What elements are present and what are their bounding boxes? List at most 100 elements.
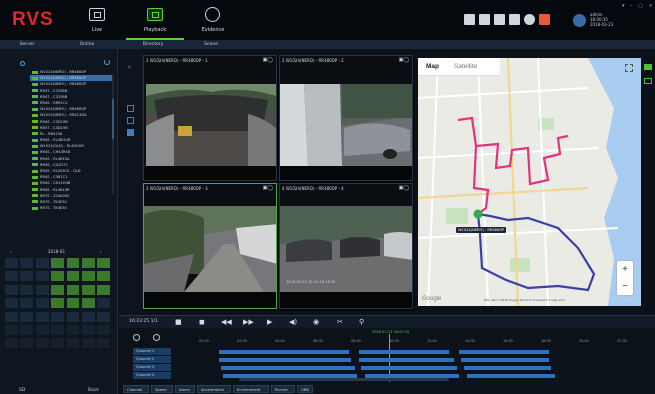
recording-segment[interactable] xyxy=(221,365,355,370)
storage-label[interactable]: SD xyxy=(19,388,25,393)
calendar-day[interactable] xyxy=(50,257,65,269)
calendar-day[interactable] xyxy=(96,270,112,283)
recording-segment[interactable] xyxy=(359,357,454,362)
zoom-in-icon[interactable] xyxy=(153,334,160,341)
calendar-day[interactable] xyxy=(81,324,96,336)
video-pane-2[interactable]: 2 W1024(NERO) - RR480DP - 2 ▣◯ xyxy=(279,55,413,181)
back-button[interactable]: Back xyxy=(88,388,99,393)
refresh-icon[interactable] xyxy=(104,59,110,65)
alarm-bell-icon[interactable] xyxy=(539,14,550,25)
recording-segment[interactable] xyxy=(223,373,357,378)
calendar-day[interactable] xyxy=(65,297,81,310)
calendar-day[interactable] xyxy=(81,283,96,296)
zoom-out-button[interactable]: − xyxy=(617,278,633,295)
calendar-day[interactable] xyxy=(81,337,96,350)
calendar-day[interactable] xyxy=(96,297,112,310)
calendar-day[interactable] xyxy=(19,310,35,323)
pane-controls-icon[interactable]: ▣◯ xyxy=(399,57,409,63)
gps-map[interactable]: Map Satellite W1024(NERO) - RR480DP + − … xyxy=(418,58,641,306)
calendar-day[interactable] xyxy=(19,257,35,269)
fast-forward-icon[interactable]: ▶▶ xyxy=(243,318,254,326)
play-icon[interactable]: ▶ xyxy=(267,318,272,326)
fullscreen-icon[interactable] xyxy=(625,64,633,72)
clip-icon[interactable]: ✂ xyxy=(337,318,343,326)
tab-speed[interactable]: Speed xyxy=(151,385,173,393)
next-month-icon[interactable]: › xyxy=(100,248,102,255)
calendar-day[interactable] xyxy=(4,257,19,269)
calendar-day[interactable] xyxy=(65,257,81,269)
device-list-scrollbar[interactable] xyxy=(112,74,114,194)
calendar-day[interactable] xyxy=(4,270,19,283)
stop-icon[interactable]: ■ xyxy=(175,318,182,326)
track-icon[interactable] xyxy=(644,78,652,84)
upload-icon[interactable] xyxy=(479,14,490,25)
map-canvas[interactable] xyxy=(418,58,641,306)
channel-label[interactable]: Channel 4 xyxy=(133,372,171,379)
list-icon[interactable] xyxy=(464,14,475,25)
calendar-day[interactable] xyxy=(19,297,35,310)
tab-environment[interactable]: Environment xyxy=(233,385,269,393)
calendar-day[interactable] xyxy=(50,270,65,283)
calendar-day[interactable] xyxy=(50,283,65,296)
calendar-day[interactable] xyxy=(50,337,65,350)
calendar-day[interactable] xyxy=(19,270,35,283)
prev-month-icon[interactable]: ‹ xyxy=(10,248,12,255)
window-controls[interactable]: ▾ – ▢ × xyxy=(622,3,655,9)
calendar-day[interactable] xyxy=(96,310,112,323)
calendar-day[interactable] xyxy=(65,324,81,336)
car-icon[interactable] xyxy=(644,64,652,70)
tab-alarm[interactable]: Alarm xyxy=(175,385,195,393)
calendar-day[interactable] xyxy=(81,270,96,283)
nav-tab-live[interactable]: Live xyxy=(68,0,126,40)
calendar-day[interactable] xyxy=(34,257,50,269)
search-icon[interactable] xyxy=(20,61,25,66)
layout-9-icon[interactable] xyxy=(127,129,134,136)
recording-segment[interactable] xyxy=(219,357,351,362)
nav-tab-evidence[interactable]: Evidence xyxy=(184,0,242,40)
recording-segment[interactable] xyxy=(461,357,549,362)
pane-controls-icon[interactable]: ▣◯ xyxy=(263,185,273,191)
calendar-day[interactable] xyxy=(50,297,65,310)
calendar-day[interactable] xyxy=(50,324,65,336)
calendar-day[interactable] xyxy=(4,297,19,310)
calendar-day[interactable] xyxy=(65,310,81,323)
tab-scene[interactable]: Scene xyxy=(196,40,226,49)
pane-controls-icon[interactable]: ▣◯ xyxy=(399,185,409,191)
calendar-day[interactable] xyxy=(4,324,19,336)
recording-segment[interactable] xyxy=(219,349,349,354)
calendar-day[interactable] xyxy=(34,324,50,336)
channel-label[interactable]: Channel 3 xyxy=(133,364,171,371)
pane-controls-icon[interactable]: ▣◯ xyxy=(263,57,273,63)
calendar-day[interactable] xyxy=(34,283,50,296)
timeline-scrollbar[interactable] xyxy=(239,378,449,381)
layout-4-icon[interactable] xyxy=(127,117,134,124)
volume-icon[interactable]: ◀) xyxy=(289,318,297,326)
calendar-day[interactable] xyxy=(96,257,112,269)
calendar-day[interactable] xyxy=(81,310,96,323)
calendar-day[interactable] xyxy=(96,337,112,350)
recording-segment[interactable] xyxy=(361,365,457,370)
recording-segment[interactable] xyxy=(459,349,549,354)
zoom-in-button[interactable]: + xyxy=(617,261,633,278)
calendar-day[interactable] xyxy=(34,270,50,283)
calendar-day[interactable] xyxy=(4,283,19,296)
device-item[interactable]: RR7S - TK4E50 xyxy=(30,205,114,211)
calendar-day[interactable] xyxy=(19,337,35,350)
email-icon[interactable] xyxy=(509,14,520,25)
search-icon[interactable]: ⚲ xyxy=(359,318,364,326)
tab-picture[interactable]: Picture xyxy=(271,385,295,393)
video-pane-4[interactable]: 4 W1024(NERO) - RR480DP - 4 ▣◯ 2018-03-2… xyxy=(279,183,413,309)
video-pane-1[interactable]: 1 W1024(NERO) - RR480DP - 1 ▣◯ xyxy=(143,55,277,181)
document-icon[interactable] xyxy=(494,14,505,25)
download-icon[interactable] xyxy=(524,14,535,25)
video-pane-3[interactable]: 3 W1024(NERO) - RR480DP - 3 ▣◯ xyxy=(143,183,277,309)
tab-satellite[interactable]: Satellite xyxy=(454,58,477,76)
calendar-day[interactable] xyxy=(96,283,112,296)
calendar-day[interactable] xyxy=(81,297,96,310)
collapse-icon[interactable]: « xyxy=(127,63,134,71)
recording-segment[interactable] xyxy=(365,373,459,378)
tab-acceleration[interactable]: Acceleration xyxy=(197,385,231,393)
nav-tab-playback[interactable]: Playback xyxy=(126,0,184,40)
tab-map[interactable]: Map xyxy=(426,58,439,76)
calendar-day[interactable] xyxy=(65,337,81,350)
